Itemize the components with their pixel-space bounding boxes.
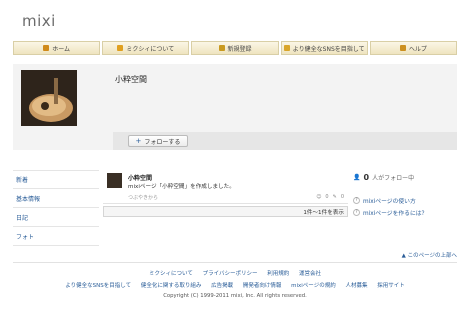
mixi-logo[interactable]: mixi: [22, 12, 56, 30]
register-icon: [218, 45, 225, 51]
footer-link[interactable]: 開発者向け情報: [243, 283, 282, 289]
sns-icon: [283, 45, 290, 51]
nav-help-label: ヘルプ: [408, 45, 427, 53]
post-actions: ☺ 0 ✎ 0: [316, 194, 344, 200]
feed: 小粋空間 mixiページ「小粋空間」を作成しました。 つぶやきから ☺ 0 ✎ 0 …: [103, 170, 348, 217]
page-top-link[interactable]: ▲ このページの上部へ: [402, 251, 457, 259]
home-icon: [43, 45, 50, 51]
nav-register[interactable]: 新規登録: [191, 41, 279, 55]
footer-link[interactable]: 利用規約: [267, 271, 289, 277]
person-icon: 👤: [353, 173, 361, 181]
footer-link[interactable]: 健全化に関する取り組み: [141, 283, 202, 289]
footer-divider: [13, 262, 457, 263]
list-item: 小粋空間 mixiページ「小粋空間」を作成しました。 つぶやきから ☺ 0 ✎ 0: [103, 170, 348, 204]
nav-register-label: 新規登録: [227, 45, 252, 53]
nav-sns[interactable]: より健全なSNSを目指して: [280, 41, 368, 55]
footer-link[interactable]: 運営会社: [299, 271, 321, 277]
follower-number: 0: [363, 172, 370, 182]
footer-links-secondary: より健全なSNSを目指して 健全化に関する取り組み 広告掲載 開発者向け情報 m…: [0, 281, 470, 289]
comment-icon[interactable]: ✎: [333, 194, 337, 200]
help-link-usage-label: mixiページの使い方: [363, 198, 416, 205]
side-item-basic-info[interactable]: 基本情報: [13, 189, 99, 208]
nav-home-label: ホーム: [52, 45, 71, 53]
help-link-create[interactable]: ? mixiページを作るには？: [353, 206, 457, 218]
pager: 1件～1件を表示: [103, 206, 348, 217]
help-link-create-label: mixiページを作るには？: [363, 210, 428, 217]
help-icon: [399, 45, 406, 51]
post-avatar[interactable]: [107, 173, 122, 188]
nav-help[interactable]: ヘルプ: [369, 41, 458, 55]
top-navigation: ホーム ミクシィについて 新規登録 より健全なSNSを目指して ヘルプ: [13, 41, 458, 55]
side-item-diary[interactable]: 日記: [13, 208, 99, 227]
nav-home[interactable]: ホーム: [13, 41, 101, 55]
footer-links-primary: ミクシィについて プライバシーポリシー 利用規約 運営会社: [0, 269, 470, 277]
footer-link[interactable]: mixiページの規約: [291, 283, 336, 289]
profile-panel: 小粋空間 + フォローする: [13, 64, 457, 150]
footer-link[interactable]: より健全なSNSを目指して: [65, 283, 131, 289]
help-link-usage[interactable]: ? mixiページの使い方: [353, 194, 457, 206]
follow-bar: + フォローする: [113, 132, 457, 150]
follower-count: 👤 0 人がフォロー中: [353, 170, 457, 184]
comment-count: 0: [340, 194, 344, 200]
nav-sns-label: より健全なSNSを目指して: [292, 45, 365, 53]
post-text: mixiページ「小粋空間」を作成しました。: [128, 184, 235, 190]
profile-name: 小粋空間: [115, 75, 147, 84]
like-icon[interactable]: ☺: [316, 194, 321, 200]
plus-icon: +: [135, 137, 142, 145]
question-icon: ?: [353, 208, 360, 216]
footer-link[interactable]: ミクシィについて: [149, 271, 193, 277]
footer-link[interactable]: プライバシーポリシー: [203, 271, 258, 277]
profile-avatar: [21, 70, 77, 126]
nav-about[interactable]: ミクシィについて: [102, 41, 190, 55]
post-meta: つぶやきから: [128, 195, 159, 201]
follow-button-label: フォローする: [144, 138, 181, 146]
page-top-label: このページの上部へ: [407, 253, 457, 259]
follower-label: 人がフォロー中: [372, 174, 415, 182]
help-links: ? mixiページの使い方 ? mixiページを作るには？: [353, 194, 457, 218]
question-icon: ?: [353, 196, 360, 204]
right-column: 👤 0 人がフォロー中 ? mixiページの使い方 ? mixiページを作るには？: [353, 170, 457, 218]
footer-link[interactable]: 広告掲載: [211, 283, 233, 289]
copyright: Copyright (C) 1999-2011 mixi, Inc. All r…: [163, 293, 307, 299]
info-icon: [117, 45, 124, 51]
nav-about-label: ミクシィについて: [126, 45, 175, 53]
like-count: 0: [325, 194, 329, 200]
post-author[interactable]: 小粋空間: [128, 173, 152, 182]
side-item-photo[interactable]: フォト: [13, 227, 99, 246]
side-item-news[interactable]: 新着: [13, 170, 99, 189]
follow-button[interactable]: + フォローする: [128, 135, 188, 147]
footer-link[interactable]: 採用サイト: [377, 283, 405, 289]
footer-link[interactable]: 人材募集: [345, 283, 367, 289]
side-menu: 新着 基本情報 日記 フォト: [13, 170, 99, 246]
